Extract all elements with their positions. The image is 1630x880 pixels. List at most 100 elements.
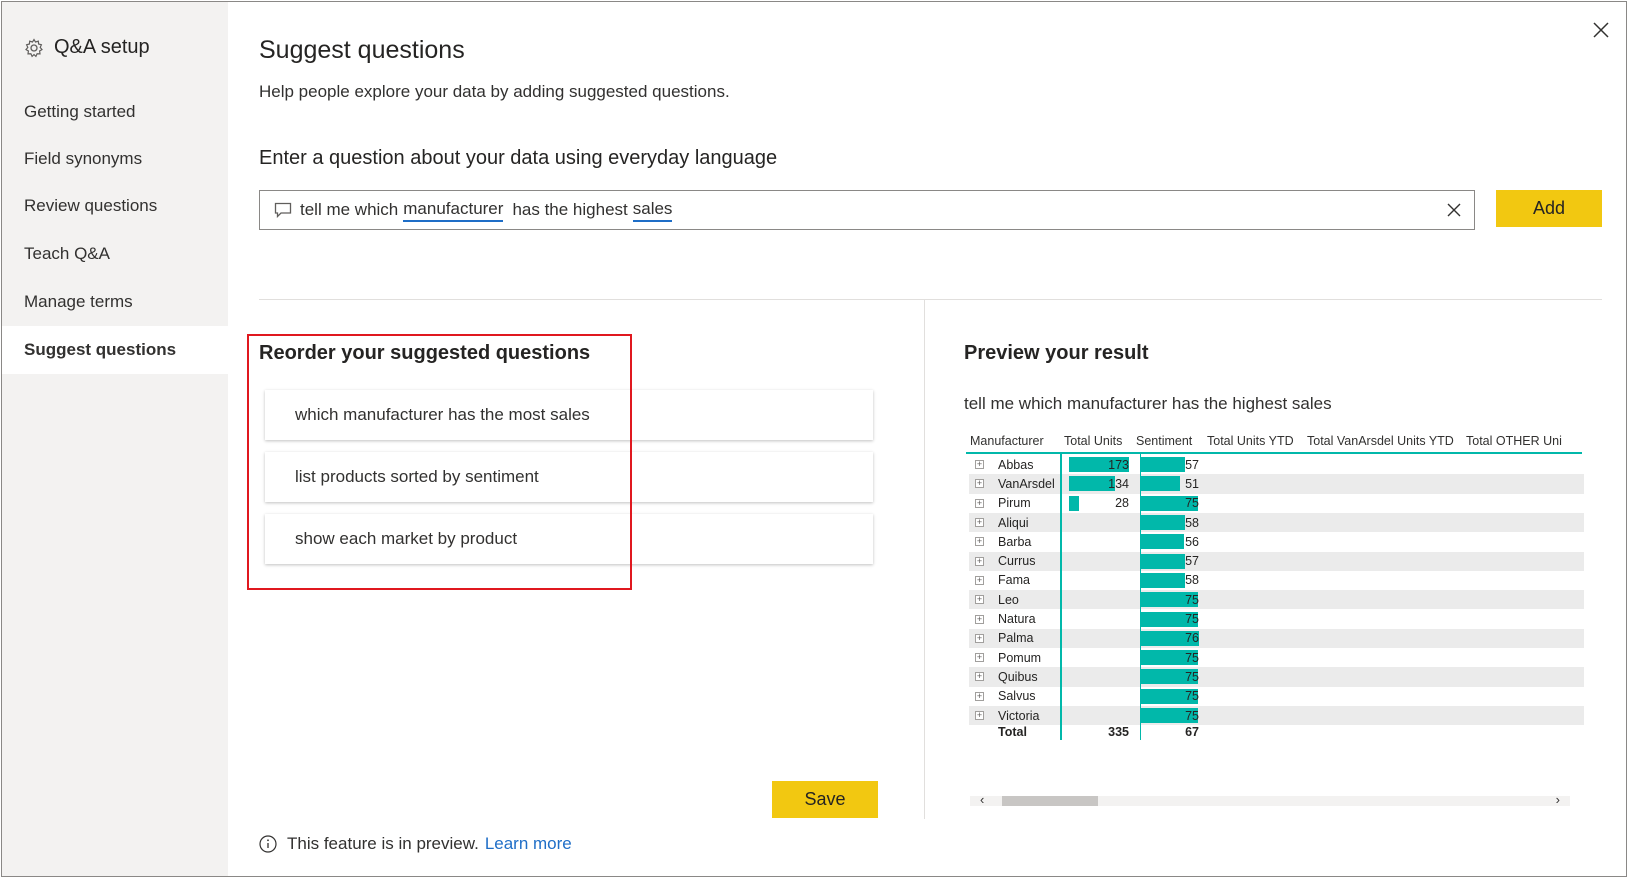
column-header[interactable]: Total Units YTD (1207, 434, 1294, 448)
sentiment-value: 56 (1185, 534, 1199, 549)
expand-plus-icon[interactable]: + (975, 633, 984, 643)
column-header[interactable]: Total VanArsdel Units YTD (1307, 434, 1454, 448)
clear-icon[interactable] (1446, 202, 1462, 218)
sentiment-value: 75 (1185, 669, 1199, 684)
expand-plus-icon[interactable]: + (975, 691, 984, 701)
preview-title: Preview your result (964, 342, 1149, 364)
header-underline (966, 452, 1582, 454)
expand-plus-icon[interactable]: + (975, 498, 984, 508)
sidebar-item-label: Review questions (24, 196, 158, 215)
column-header[interactable]: Sentiment (1136, 434, 1192, 448)
sidebar-item-manage-terms[interactable]: Manage terms (2, 278, 228, 326)
manufacturer-name: Natura (998, 612, 1036, 627)
expand-plus-icon[interactable]: + (975, 518, 984, 528)
sentiment-value: 75 (1185, 689, 1199, 704)
question-term-manufacturer: manufacturer (403, 199, 504, 222)
question-text-part: has the highest (512, 200, 628, 219)
table-header: Manufacturer Total Units Sentiment Total… (964, 429, 1580, 451)
column-header[interactable]: Total OTHER Uni (1466, 434, 1562, 448)
units-value: 134 (1108, 476, 1129, 491)
manufacturer-name: Pirum (998, 496, 1031, 511)
column-separator (1060, 454, 1062, 740)
manufacturer-name: Abbas (998, 457, 1034, 472)
page-title: Suggest questions (259, 36, 465, 64)
manufacturer-name: Leo (998, 592, 1019, 607)
expand-plus-icon[interactable]: + (975, 556, 984, 566)
expand-plus-icon[interactable]: + (975, 537, 984, 547)
close-icon[interactable] (1591, 20, 1611, 40)
manufacturer-name: Barba (998, 534, 1032, 549)
expand-plus-icon[interactable]: + (975, 595, 984, 605)
expand-plus-icon[interactable]: + (975, 672, 984, 682)
highlight-box (247, 334, 632, 590)
sentiment-value: 58 (1185, 573, 1199, 588)
expand-plus-icon[interactable]: + (975, 653, 984, 663)
question-input[interactable]: tell me which manufacturer has the highe… (259, 190, 1475, 230)
sentiment-value: 75 (1185, 650, 1199, 665)
manufacturer-name: Victoria (998, 708, 1040, 723)
expand-plus-icon[interactable]: + (975, 479, 984, 489)
units-value: 28 (1115, 496, 1129, 511)
sidebar-item-suggest-questions[interactable]: Suggest questions (2, 326, 228, 374)
sentiment-value: 76 (1185, 631, 1199, 646)
chat-bubble-icon (274, 202, 292, 218)
sidebar-title: Q&A setup (54, 36, 150, 58)
sentiment-value: 51 (1185, 476, 1199, 491)
learn-more-link[interactable]: Learn more (485, 834, 572, 854)
sidebar-item-label: Suggest questions (24, 340, 177, 359)
add-button[interactable]: Add (1496, 190, 1602, 227)
save-button[interactable]: Save (772, 781, 878, 818)
qa-setup-dialog: Q&A setup Getting started Field synonyms… (1, 1, 1627, 877)
sidebar-header: Q&A setup (24, 36, 150, 59)
gear-icon (24, 37, 44, 58)
sentiment-value: 75 (1185, 496, 1199, 511)
sidebar-item-label: Getting started (24, 102, 136, 121)
manufacturer-name: Currus (998, 554, 1036, 569)
sidebar-item-label: Field synonyms (24, 149, 143, 168)
expand-plus-icon[interactable]: + (975, 460, 984, 470)
manufacturer-name: VanArsdel (998, 476, 1055, 491)
info-icon (259, 835, 277, 853)
sentiment-value: 57 (1185, 554, 1199, 569)
preview-notice-text: This feature is in preview. (287, 834, 479, 853)
manufacturer-name: Salvus (998, 689, 1036, 704)
sidebar-item-review-questions[interactable]: Review questions (2, 182, 228, 230)
total-label: Total (998, 724, 1027, 739)
sentiment-value: 75 (1185, 612, 1199, 627)
scroll-right-icon[interactable]: › (1556, 792, 1560, 807)
sentiment-value: 75 (1185, 592, 1199, 607)
sidebar-item-getting-started[interactable]: Getting started (2, 88, 228, 136)
manufacturer-name: Quibus (998, 669, 1038, 684)
question-term-sales: sales (632, 199, 673, 222)
total-units: 335 (1108, 724, 1129, 739)
sidebar-item-field-synonyms[interactable]: Field synonyms (2, 135, 228, 183)
sidebar-item-label: Teach Q&A (24, 244, 110, 263)
manufacturer-name: Pomum (998, 650, 1042, 665)
total-sentiment: 67 (1185, 724, 1199, 739)
expand-plus-icon[interactable]: + (975, 711, 984, 721)
expand-plus-icon[interactable]: + (975, 614, 984, 624)
sidebar-item-label: Manage terms (24, 292, 133, 311)
sidebar: Q&A setup Getting started Field synonyms… (2, 2, 228, 876)
sidebar-item-teach-qa[interactable]: Teach Q&A (2, 230, 228, 278)
expand-plus-icon[interactable]: + (975, 575, 984, 585)
sentiment-value: 58 (1185, 515, 1199, 530)
manufacturer-name: Aliqui (998, 515, 1029, 530)
column-header[interactable]: Total Units (1064, 434, 1122, 448)
main-panel: Suggest questions Help people explore yo… (228, 2, 1626, 876)
sentiment-value: 57 (1185, 457, 1199, 472)
column-header[interactable]: Manufacturer (970, 434, 1044, 448)
column-separator (1140, 454, 1141, 740)
sentiment-value: 75 (1185, 708, 1199, 723)
page-subtitle: Help people explore your data by adding … (259, 82, 730, 101)
horizontal-scrollbar[interactable]: ‹ › (970, 792, 1570, 807)
table-total-row: Total 335 67 (969, 722, 1584, 741)
manufacturer-name: Palma (998, 631, 1034, 646)
scrollbar-thumb[interactable] (1002, 796, 1098, 806)
question-prompt-label: Enter a question about your data using e… (259, 147, 778, 169)
manufacturer-name: Fama (998, 573, 1030, 588)
question-text-part: tell me which (300, 200, 399, 219)
units-value: 173 (1108, 457, 1129, 472)
scroll-left-icon[interactable]: ‹ (980, 792, 984, 807)
preview-query: tell me which manufacturer has the highe… (964, 394, 1332, 413)
